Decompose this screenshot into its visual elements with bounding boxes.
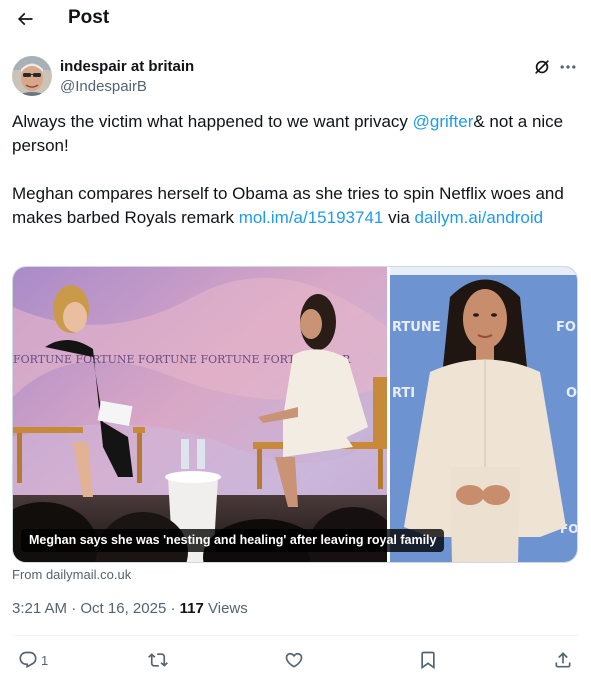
- avatar-photo: [12, 56, 52, 96]
- event-stage-photo: FORTUNE FORTUNE FORTUNE FORTUNE FORTUNE …: [13, 267, 387, 562]
- tweet-paragraph-1: Always the victim what happened to we wa…: [12, 110, 572, 158]
- svg-text:FO: FO: [556, 320, 576, 335]
- share-button[interactable]: [553, 645, 573, 675]
- card-source[interactable]: From dailymail.co.uk: [12, 567, 131, 582]
- article-link[interactable]: mol.im/a/15193741: [239, 208, 384, 227]
- reply-icon: [19, 651, 37, 669]
- portrait-photo: RTUNE FO RTI O FO: [390, 267, 577, 562]
- tweet-text-segment: via: [383, 208, 415, 227]
- app-link[interactable]: dailym.ai/android: [415, 208, 544, 227]
- bookmark-button[interactable]: [418, 645, 438, 675]
- top-bar: Post: [0, 0, 591, 38]
- divider: [12, 635, 579, 636]
- mention-link[interactable]: @grifter: [413, 112, 474, 131]
- views-label: Views: [203, 600, 248, 617]
- like-button[interactable]: [284, 645, 304, 675]
- tweet-text: Always the victim what happened to we wa…: [12, 110, 572, 230]
- views-count: 117: [179, 600, 204, 617]
- tweet-text-segment: Always the victim what happened to we wa…: [12, 112, 413, 131]
- reply-button[interactable]: 1: [18, 645, 48, 675]
- link-card-media[interactable]: FORTUNE FORTUNE FORTUNE FORTUNE FORTUNE …: [12, 266, 578, 563]
- retweet-button[interactable]: [148, 645, 168, 675]
- tweet-time[interactable]: 3:21 AM: [12, 600, 67, 617]
- svg-text:RTI: RTI: [392, 386, 415, 401]
- bookmark-icon: [421, 651, 435, 670]
- grok-icon[interactable]: [532, 57, 552, 77]
- back-button[interactable]: [10, 4, 40, 34]
- meta-separator: ·: [166, 600, 180, 617]
- action-bar: 1: [0, 645, 591, 675]
- reply-count: 1: [41, 652, 49, 668]
- more-options-icon[interactable]: [558, 57, 578, 77]
- meta-separator: ·: [67, 600, 81, 617]
- heart-icon: [285, 652, 303, 668]
- backdrop-text: RTUNE: [392, 320, 441, 335]
- svg-text:O: O: [566, 386, 577, 401]
- author-handle[interactable]: @IndespairB: [60, 78, 147, 95]
- tweet-meta: 3:21 AM · Oct 16, 2025 · 117 Views: [12, 600, 248, 617]
- author-display-name[interactable]: indespair at britain: [60, 58, 194, 75]
- avatar[interactable]: [12, 56, 52, 96]
- media-caption: Meghan says she was 'nesting and healing…: [21, 529, 445, 552]
- page-title: Post: [68, 7, 110, 28]
- arrow-left-icon: [17, 12, 33, 26]
- share-icon: [555, 652, 571, 668]
- tweet-paragraph-2: Meghan compares herself to Obama as she …: [12, 182, 572, 230]
- retweet-icon: [148, 653, 168, 667]
- tweet-date[interactable]: Oct 16, 2025: [80, 600, 166, 617]
